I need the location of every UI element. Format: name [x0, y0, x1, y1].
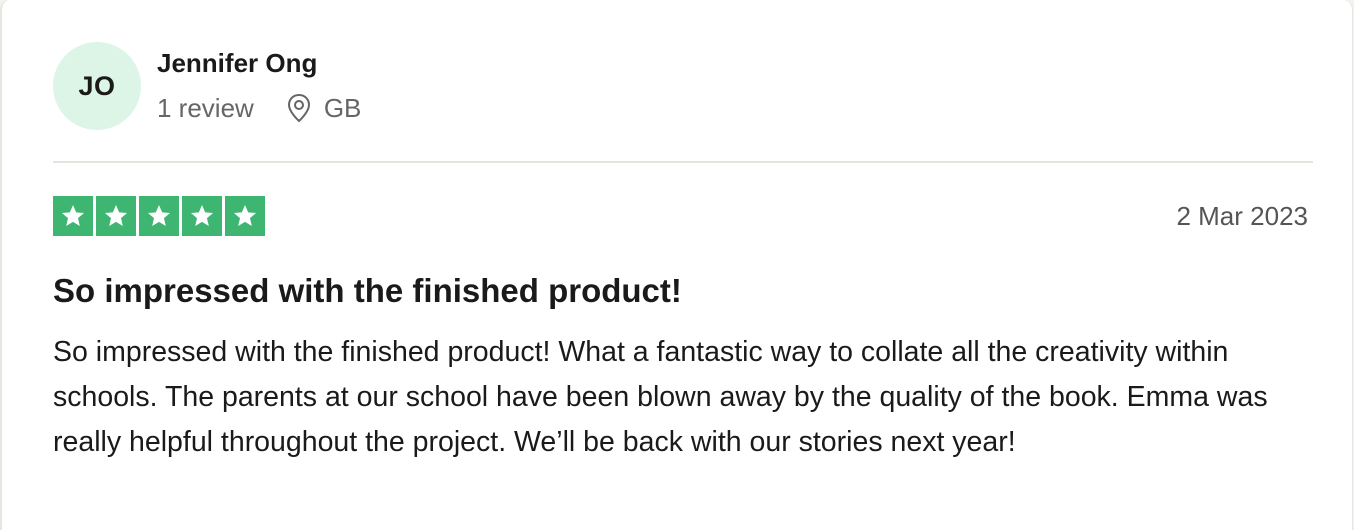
review-card: JO Jennifer Ong 1 review GB 2 Mar 2023 S…: [0, 0, 1353, 530]
review-title[interactable]: So impressed with the finished product!: [53, 272, 682, 310]
reviewer-name[interactable]: Jennifer Ong: [157, 48, 317, 79]
star-icon: [225, 196, 265, 236]
divider: [53, 161, 1313, 163]
review-count: 1 review: [157, 92, 254, 123]
star-icon: [96, 196, 136, 236]
star-icon: [182, 196, 222, 236]
star-icon: [139, 196, 179, 236]
reviewer-country: GB: [323, 92, 362, 123]
avatar[interactable]: JO: [53, 42, 141, 130]
location-pin-icon: [286, 93, 312, 123]
star-icon: [53, 196, 93, 236]
star-rating: [53, 196, 265, 236]
review-date: 2 Mar 2023: [1176, 201, 1308, 231]
avatar-initials: JO: [78, 70, 116, 101]
reviewer-meta: 1 review GB: [157, 91, 361, 125]
review-text: So impressed with the finished product! …: [53, 336, 1268, 458]
